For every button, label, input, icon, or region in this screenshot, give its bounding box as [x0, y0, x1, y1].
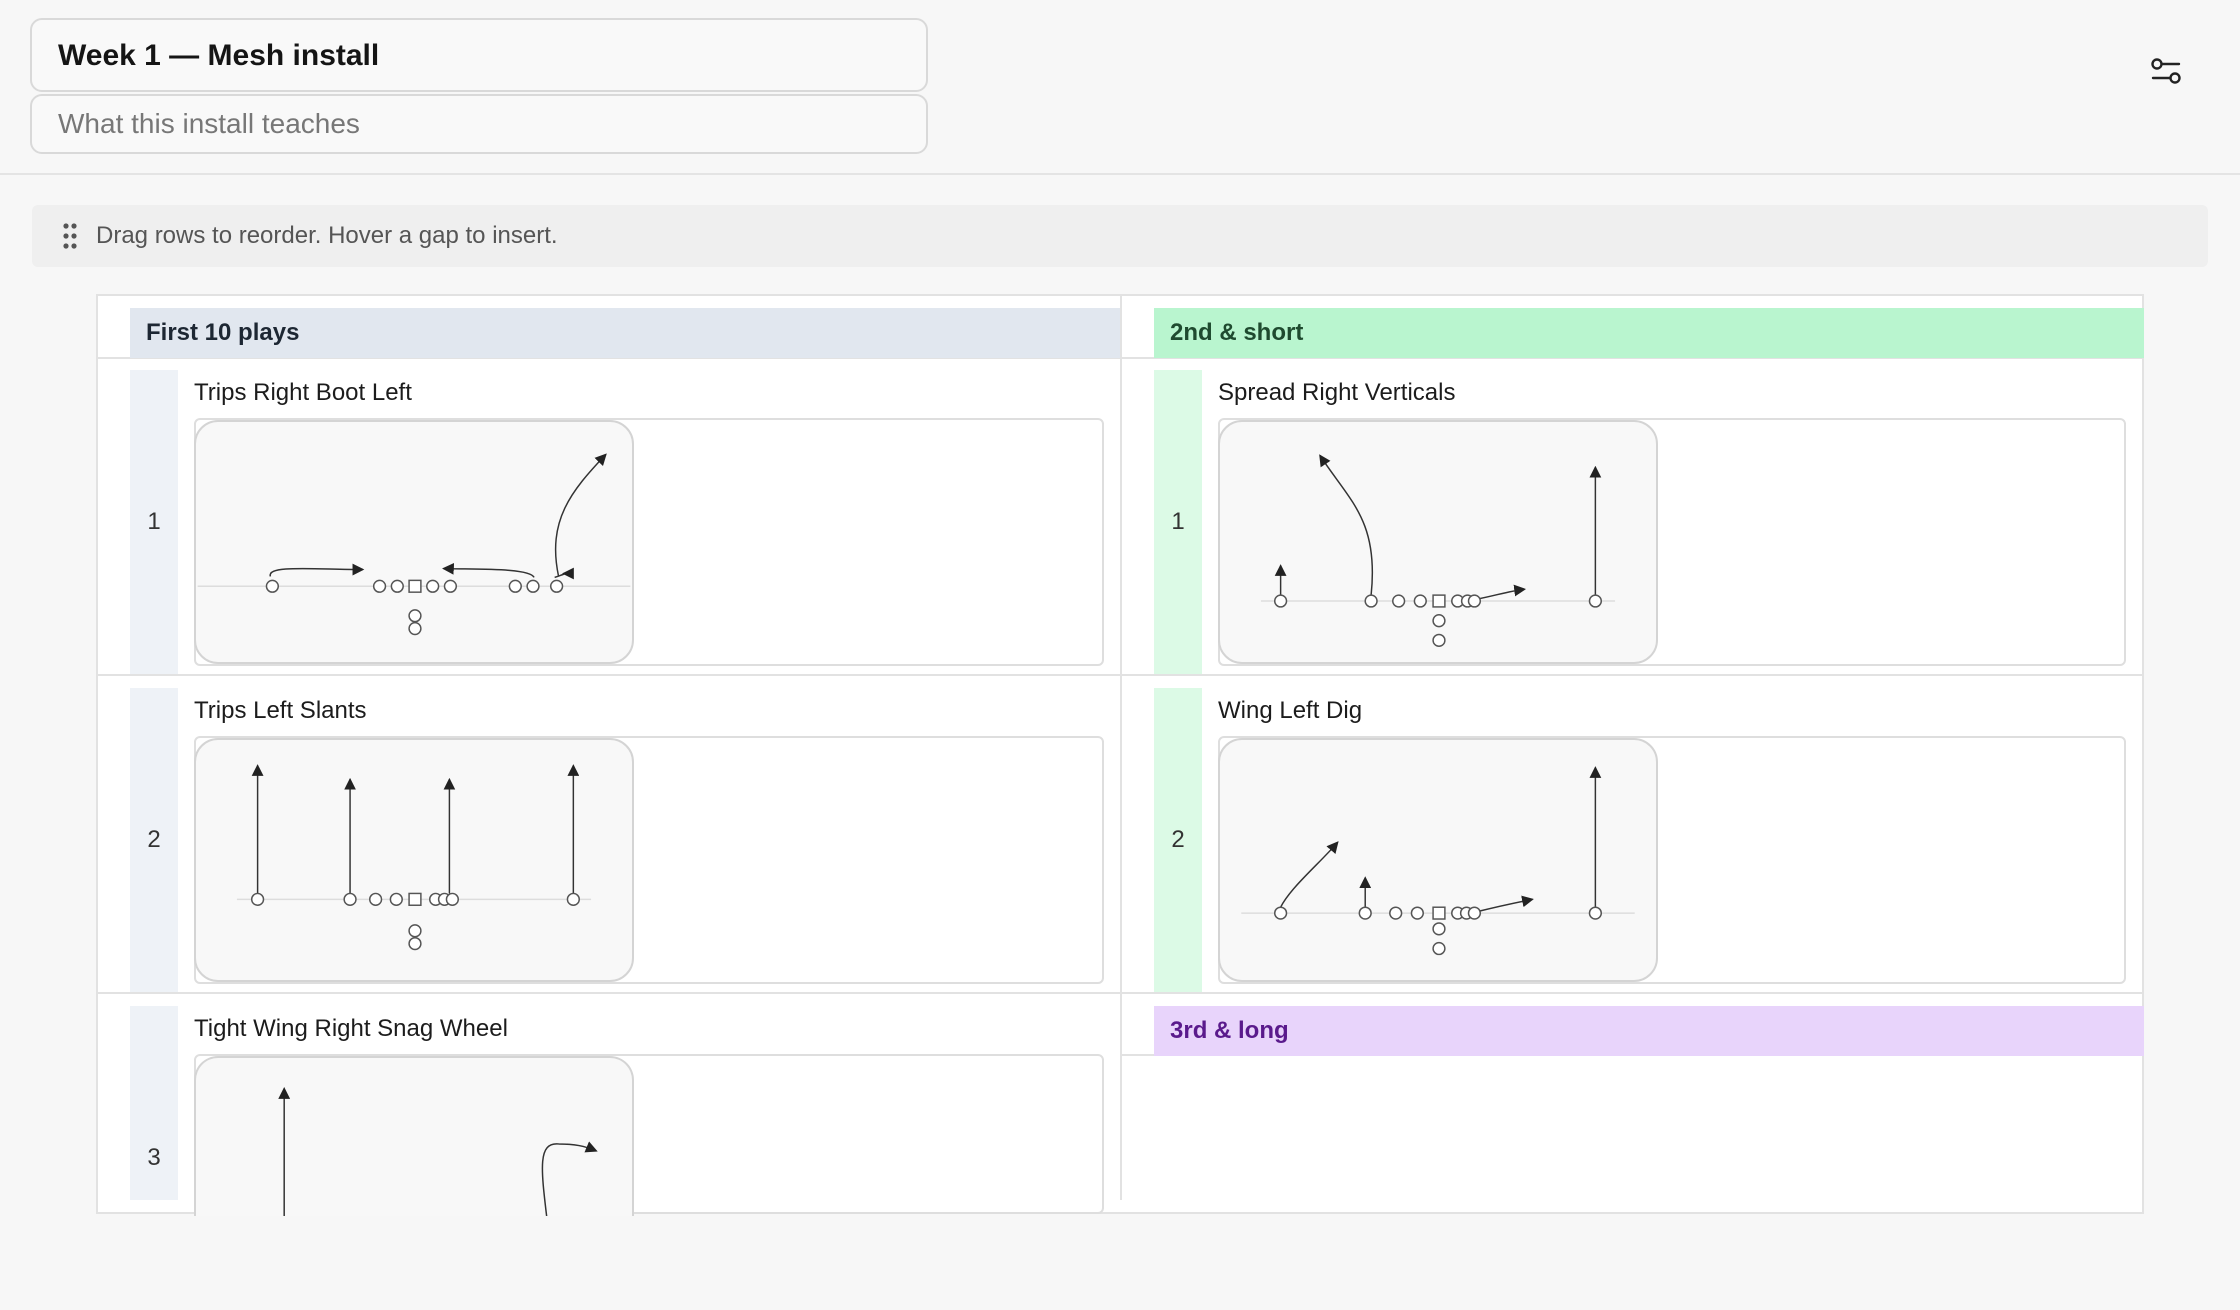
- play-diagram-trips-right-boot-left[interactable]: [194, 420, 634, 664]
- hint-text: Drag rows to reorder. Hover a gap to ins…: [96, 222, 558, 249]
- play-name[interactable]: Wing Left Dig: [1218, 696, 1362, 726]
- play-diagram-tight-wing-right-snag-wheel[interactable]: [194, 1056, 634, 1216]
- row-divider: [96, 992, 2144, 994]
- play-name[interactable]: Tight Wing Right Snag Wheel: [194, 1014, 508, 1044]
- section-header-first-10[interactable]: First 10 plays: [130, 308, 1120, 358]
- play-diagram-trips-left-slants[interactable]: [194, 738, 634, 982]
- play-number[interactable]: 2: [130, 688, 178, 992]
- drag-handle-icon: [60, 221, 80, 251]
- install-header: Week 1 — Mesh install What this install …: [0, 0, 2240, 175]
- install-description-input[interactable]: What this install teaches: [30, 94, 928, 154]
- play-diagram-wing-left-dig[interactable]: [1218, 738, 1658, 982]
- row-divider: [96, 674, 2144, 676]
- section-header-2nd-short[interactable]: 2nd & short: [1154, 308, 2144, 358]
- play-number[interactable]: 3: [130, 1006, 178, 1200]
- section-header-3rd-long[interactable]: 3rd & long: [1154, 1006, 2144, 1056]
- play-name[interactable]: Spread Right Verticals: [1218, 378, 1455, 408]
- reorder-hint: Drag rows to reorder. Hover a gap to ins…: [32, 205, 2208, 267]
- play-number[interactable]: 2: [1154, 688, 1202, 992]
- play-name[interactable]: Trips Left Slants: [194, 696, 367, 726]
- sliders-icon[interactable]: [2148, 54, 2184, 90]
- install-title-input[interactable]: Week 1 — Mesh install: [30, 18, 928, 92]
- play-name[interactable]: Trips Right Boot Left: [194, 378, 412, 408]
- play-number[interactable]: 1: [1154, 370, 1202, 674]
- play-number[interactable]: 1: [130, 370, 178, 674]
- play-diagram-spread-right-verticals[interactable]: [1218, 420, 1658, 664]
- column-divider: [1120, 294, 1122, 1200]
